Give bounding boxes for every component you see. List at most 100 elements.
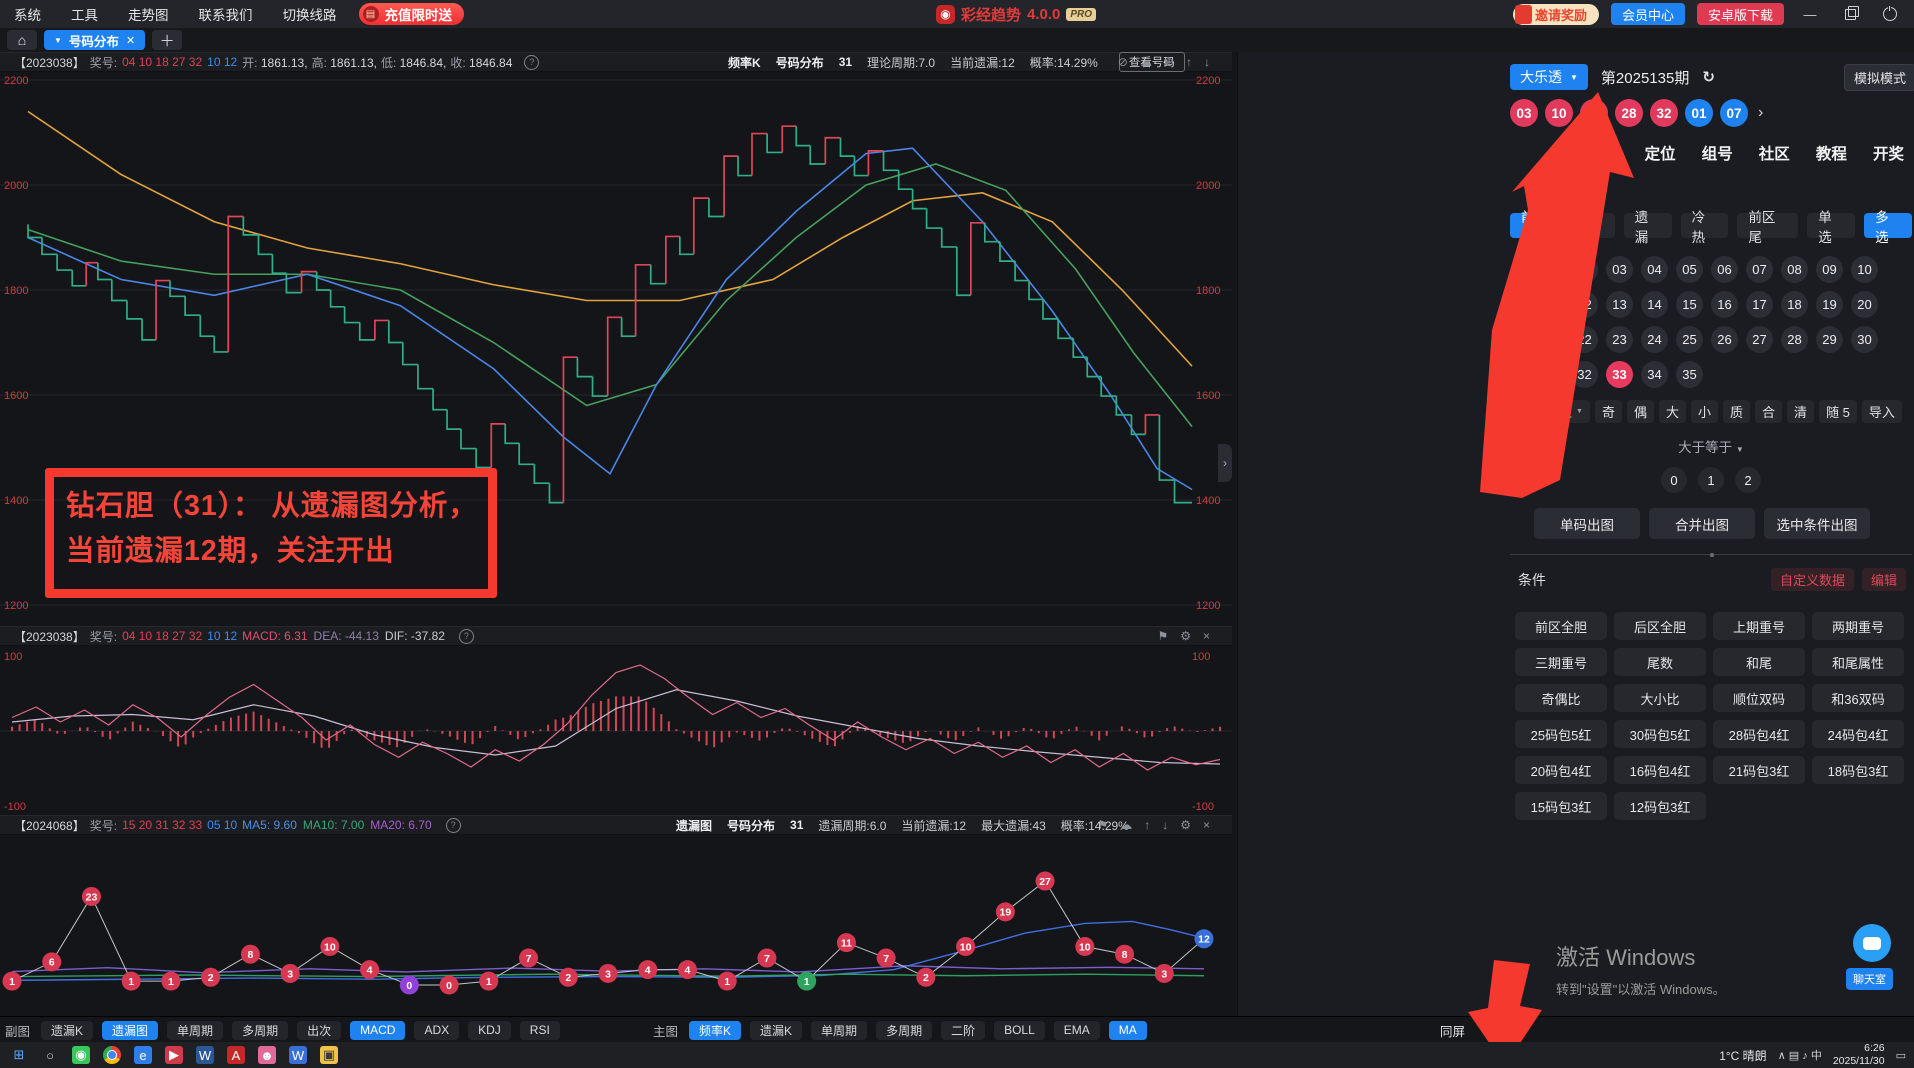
tab-close-icon[interactable]: ✕ (126, 34, 135, 47)
maintab-MA[interactable]: MA (1109, 1021, 1147, 1040)
zone-tab-前区[interactable]: 前区 (1510, 213, 1558, 238)
number-cell-20[interactable]: 20 (1851, 291, 1878, 318)
home-button[interactable]: ⌂ (7, 30, 37, 50)
macd-chart[interactable]: 100100-100-100 (0, 648, 1232, 815)
number-cell-4[interactable]: 04 (1641, 256, 1668, 283)
menu-item-工具[interactable]: 工具 (71, 4, 98, 24)
condition-后区全胆[interactable]: 后区全胆 (1614, 612, 1706, 640)
restore-button[interactable] (1836, 2, 1864, 26)
condition-20码包4红[interactable]: 20码包4红 (1515, 756, 1607, 784)
wps-icon[interactable]: W (289, 1046, 307, 1064)
maintab-二阶[interactable]: 二阶 (941, 1021, 985, 1040)
condition-16码包4红[interactable]: 16码包4红 (1614, 756, 1706, 784)
invite-reward-button[interactable]: 邀请奖励 (1513, 4, 1599, 25)
condition-大小比[interactable]: 大小比 (1614, 684, 1706, 712)
folder-icon[interactable]: ▣ (320, 1046, 338, 1064)
number-cell-27[interactable]: 27 (1746, 326, 1773, 353)
custom-data-button[interactable]: 自定义数据 (1771, 568, 1854, 591)
number-cell-23[interactable]: 23 (1606, 326, 1633, 353)
hide-icon[interactable]: ☁ (1140, 55, 1152, 69)
menu-item-切换线路[interactable]: 切换线路 (283, 4, 337, 24)
number-cell-33[interactable]: 33 (1606, 361, 1633, 388)
subtab-多周期[interactable]: 多周期 (232, 1021, 288, 1040)
action-单码出图[interactable]: 单码出图 (1534, 508, 1640, 539)
condition-三期重号[interactable]: 三期重号 (1515, 648, 1607, 676)
number-cell-31[interactable]: 31 (1536, 361, 1563, 388)
mode-多选[interactable]: 多选 (1864, 213, 1912, 238)
attr-随 5[interactable]: 随 5 (1819, 400, 1857, 423)
mode-单选[interactable]: 单选 (1807, 213, 1855, 238)
close-icon[interactable]: × (1203, 629, 1210, 643)
expand-balls-icon[interactable]: › (1758, 104, 1763, 122)
number-cell-7[interactable]: 07 (1746, 256, 1773, 283)
pan-down-icon[interactable]: ↓ (1204, 55, 1210, 69)
number-cell-22[interactable]: 22 (1571, 326, 1598, 353)
pdf-icon[interactable]: A (227, 1046, 245, 1064)
media-icon[interactable]: ▶ (165, 1046, 183, 1064)
sidebar-nav-走势图[interactable]: 走势图 (1572, 142, 1619, 164)
attr-奇[interactable]: 奇 (1595, 400, 1622, 423)
condition-24码包4红[interactable]: 24码包4红 (1812, 720, 1904, 748)
zone-tab-冷热[interactable]: 冷热 (1681, 213, 1729, 238)
condition-15码包3红[interactable]: 15码包3红 (1515, 792, 1607, 820)
condition-28码包4红[interactable]: 28码包4红 (1713, 720, 1805, 748)
pan-down-icon[interactable]: ↓ (1162, 818, 1168, 832)
condition-和尾[interactable]: 和尾 (1713, 648, 1805, 676)
digit-2[interactable]: 2 (1735, 467, 1761, 493)
number-cell-21[interactable]: 21 (1536, 326, 1563, 353)
hidden-icons-caret[interactable]: ∧ (1778, 1050, 1789, 1062)
minimize-button[interactable]: — (1796, 2, 1824, 26)
pin-icon[interactable]: ⚑ (1157, 629, 1168, 643)
attr-小[interactable]: 小 (1691, 400, 1718, 423)
number-cell-3[interactable]: 03 (1606, 256, 1633, 283)
condition-21码包3红[interactable]: 21码包3红 (1713, 756, 1805, 784)
number-cell-17[interactable]: 17 (1746, 291, 1773, 318)
sidebar-nav-定位[interactable]: 定位 (1645, 142, 1676, 164)
wechat-icon[interactable]: ◉ (72, 1046, 90, 1064)
digit-1[interactable]: 1 (1698, 467, 1724, 493)
attr-导入[interactable]: 导入 (1862, 400, 1902, 423)
number-cell-12[interactable]: 12 (1571, 291, 1598, 318)
number-cell-5[interactable]: 05 (1676, 256, 1703, 283)
notification-icon[interactable]: ▭ (1896, 1049, 1906, 1062)
divider[interactable] (1510, 554, 1912, 555)
condition-顺位双码[interactable]: 顺位双码 (1713, 684, 1805, 712)
ime-chinese[interactable]: 中 (1811, 1050, 1822, 1062)
maintab-BOLL[interactable]: BOLL (994, 1021, 1045, 1040)
menu-item-联系我们[interactable]: 联系我们 (199, 4, 253, 24)
start-button[interactable]: ⊞ (10, 1046, 28, 1064)
maintab-频率K[interactable]: 频率K (689, 1021, 741, 1040)
tab-number-distribution[interactable]: ▼ 号码分布 ✕ (44, 30, 145, 50)
contact-icon[interactable]: ☻ (258, 1046, 276, 1064)
subtab-MACD[interactable]: MACD (350, 1021, 405, 1040)
recharge-promo-badge[interactable]: ▤ 充值限时送 (359, 3, 465, 25)
number-cell-14[interactable]: 14 (1641, 291, 1668, 318)
sidebar-nav-社区[interactable]: 社区 (1759, 142, 1790, 164)
attribute-dropdown[interactable]: 属性▼ (1539, 400, 1590, 423)
same-screen-label[interactable]: 同屏 (1440, 1017, 1465, 1043)
zone-tab-前区尾[interactable]: 前区尾 (1737, 213, 1798, 238)
gear-icon[interactable]: ⚙ (1180, 818, 1191, 832)
add-tab-button[interactable]: ＋ (152, 30, 182, 50)
simulation-mode-button[interactable]: 模拟模式 (1844, 64, 1914, 91)
condition-和尾属性[interactable]: 和尾属性 (1812, 648, 1904, 676)
number-cell-2[interactable]: 02 (1571, 256, 1598, 283)
zone-tab-遗漏[interactable]: 遗漏 (1624, 213, 1672, 238)
draw-icon[interactable]: ⊘ (1118, 55, 1128, 69)
sidebar-nav-开奖[interactable]: 开奖 (1873, 142, 1904, 164)
number-cell-10[interactable]: 10 (1851, 256, 1878, 283)
member-center-button[interactable]: 会员中心 (1611, 3, 1685, 25)
miss-chart[interactable]: 162311283104001723441711172101927108312 (0, 836, 1232, 1016)
chrome-icon[interactable] (103, 1046, 121, 1064)
close-icon[interactable]: × (1203, 818, 1210, 832)
sidebar-nav-教程[interactable]: 教程 (1816, 142, 1847, 164)
info-icon[interactable] (459, 629, 474, 644)
condition-25码包5红[interactable]: 25码包5红 (1515, 720, 1607, 748)
subtab-KDJ[interactable]: KDJ (468, 1021, 511, 1040)
subtab-单周期[interactable]: 单周期 (167, 1021, 223, 1040)
gear-icon[interactable]: ⚙ (1180, 629, 1191, 643)
number-cell-34[interactable]: 34 (1641, 361, 1668, 388)
volume-icon[interactable]: ♪ (1802, 1050, 1811, 1062)
number-cell-15[interactable]: 15 (1676, 291, 1703, 318)
attr-清[interactable]: 清 (1787, 400, 1814, 423)
